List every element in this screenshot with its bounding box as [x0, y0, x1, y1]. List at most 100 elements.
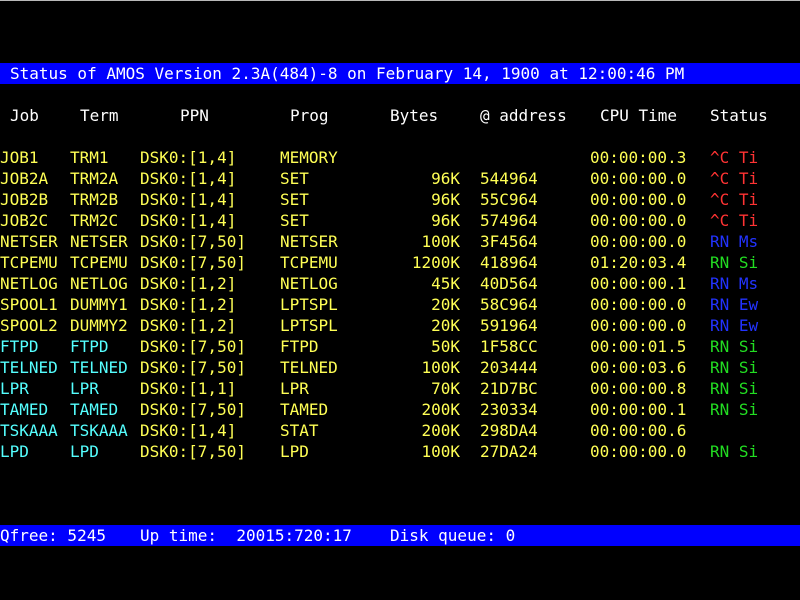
table-row: SPOOL1 DUMMY1 DSK0:[1,2] LPTSPL 20K 58C964 00:…	[0, 294, 800, 315]
terminal-cell: TRM2C	[70, 211, 119, 230]
bytes-cell: 96K	[431, 190, 460, 209]
program-cell: NETSER	[280, 232, 338, 251]
bytes-cell: 70K	[431, 379, 460, 398]
table-row: JOB2A TRM2A DSK0:[1,4] SET 96K 544964 00:00:00…	[0, 168, 800, 189]
job-name-cell: TAMED	[0, 400, 49, 419]
qfree-readout: Qfree: 5245	[0, 526, 106, 545]
address-cell: 418964	[480, 253, 538, 272]
ppn-cell: DSK0:[1,4]	[140, 190, 237, 209]
job-name-cell: TSKAAA	[0, 421, 58, 440]
bytes-cell: 1200K	[411, 253, 460, 272]
bytes-cell: 100K	[421, 358, 460, 377]
address-cell: 298DA4	[480, 421, 538, 440]
program-cell: SET	[280, 169, 309, 188]
status-cell: RN Si	[710, 337, 759, 356]
job-name-cell: SPOOL2	[0, 316, 58, 335]
top-border-line	[0, 0, 800, 1]
column-header-job: Job	[10, 106, 39, 125]
cpu-time-cell: 00:00:00.0	[590, 169, 687, 188]
job-name-cell: TELNED	[0, 358, 58, 377]
terminal-cell: DUMMY1	[70, 295, 128, 314]
disk-queue-readout: Disk queue: 0	[390, 526, 516, 545]
table-row: JOB1 TRM1 DSK0:[1,4] MEMORY 00:00:00.3 ^C Ti	[0, 147, 800, 168]
cpu-time-cell: 00:00:00.0	[590, 232, 687, 251]
address-cell: 591964	[480, 316, 538, 335]
bytes-cell: 200K	[421, 400, 460, 419]
address-cell: 58C964	[480, 295, 538, 314]
table-row: JOB2B TRM2B DSK0:[1,4] SET 96K 55C964 00:00:00…	[0, 189, 800, 210]
job-name-cell: FTPD	[0, 337, 39, 356]
ppn-cell: DSK0:[1,2]	[140, 274, 237, 293]
program-cell: TAMED	[280, 400, 329, 419]
program-cell: FTPD	[280, 337, 319, 356]
program-cell: MEMORY	[280, 148, 338, 167]
address-cell: 40D564	[480, 274, 538, 293]
cpu-time-cell: 00:00:00.3	[590, 148, 687, 167]
table-row: TCPEMU TCPEMU DSK0:[7,50] TCPEMU 1200K 418964…	[0, 252, 800, 273]
status-cell: RN Ew	[710, 295, 759, 314]
cpu-time-cell: 00:00:00.0	[590, 316, 687, 335]
address-cell: 27DA24	[480, 442, 538, 461]
status-cell: RN Ms	[710, 274, 759, 293]
ppn-cell: DSK0:[1,2]	[140, 316, 237, 335]
program-cell: LPR	[280, 379, 309, 398]
bytes-cell: 20K	[431, 316, 460, 335]
cpu-time-cell: 00:00:00.0	[590, 442, 687, 461]
program-cell: LPTSPL	[280, 295, 338, 314]
column-header-status: Status	[710, 106, 768, 125]
table-row: JOB2C TRM2C DSK0:[1,4] SET 96K 574964 00:00:00…	[0, 210, 800, 231]
address-cell: 203444	[480, 358, 538, 377]
job-name-cell: SPOOL1	[0, 295, 58, 314]
table-row: LPR LPR DSK0:[1,1] LPR 70K 21D7BC 00:00:00.8 RN…	[0, 378, 800, 399]
terminal-cell: LPD	[70, 442, 99, 461]
column-header-bytes: Bytes	[390, 106, 439, 125]
column-header-address: @ address	[480, 106, 567, 125]
bytes-cell: 20K	[431, 295, 460, 314]
terminal-cell: TSKAAA	[70, 421, 128, 440]
terminal-cell: TELNED	[70, 358, 128, 377]
address-cell: 55C964	[480, 190, 538, 209]
ppn-cell: DSK0:[7,50]	[140, 400, 246, 419]
table-row: TSKAAA TSKAAA DSK0:[1,4] STAT 200K 298DA4 00:0…	[0, 420, 800, 441]
ppn-cell: DSK0:[7,50]	[140, 442, 246, 461]
table-row: LPD LPD DSK0:[7,50] LPD 100K 27DA24 00:00:00.0…	[0, 441, 800, 462]
program-cell: SET	[280, 190, 309, 209]
job-table: JOB1 TRM1 DSK0:[1,4] MEMORY 00:00:00.3 ^C Ti J…	[0, 147, 800, 462]
job-name-cell: NETLOG	[0, 274, 58, 293]
terminal-cell: TAMED	[70, 400, 119, 419]
cpu-time-cell: 01:20:03.4	[590, 253, 687, 272]
program-cell: LPTSPL	[280, 316, 338, 335]
bytes-cell: 50K	[431, 337, 460, 356]
job-name-cell: JOB2B	[0, 190, 49, 209]
cpu-time-cell: 00:00:01.5	[590, 337, 687, 356]
status-cell: ^C Ti	[710, 148, 759, 167]
job-name-cell: JOB2C	[0, 211, 49, 230]
terminal-cell: NETLOG	[70, 274, 128, 293]
terminal-cell: TCPEMU	[70, 253, 128, 272]
status-cell: ^C Ti	[710, 190, 759, 209]
system-status-bar: Qfree: 5245 Up time: 20015:720:17 Disk q…	[0, 525, 800, 546]
ppn-cell: DSK0:[7,50]	[140, 337, 246, 356]
terminal-cell: LPR	[70, 379, 99, 398]
cpu-time-cell: 00:00:03.6	[590, 358, 687, 377]
program-cell: TELNED	[280, 358, 338, 377]
bytes-cell: 96K	[431, 211, 460, 230]
bytes-cell: 200K	[421, 421, 460, 440]
bytes-cell: 100K	[421, 232, 460, 251]
cpu-time-cell: 00:00:00.6	[590, 421, 687, 440]
program-cell: NETLOG	[280, 274, 338, 293]
job-name-cell: NETSER	[0, 232, 58, 251]
terminal-cell: NETSER	[70, 232, 128, 251]
column-header-term: Term	[80, 106, 119, 125]
cpu-time-cell: 00:00:00.0	[590, 295, 687, 314]
cpu-time-cell: 00:00:00.8	[590, 379, 687, 398]
status-title-bar: Status of AMOS Version 2.3A(484)-8 on Fe…	[0, 63, 800, 84]
table-row: TELNED TELNED DSK0:[7,50] TELNED 100K 203444 0…	[0, 357, 800, 378]
terminal-cell: DUMMY2	[70, 316, 128, 335]
cpu-time-cell: 00:00:00.0	[590, 211, 687, 230]
job-name-cell: LPD	[0, 442, 29, 461]
ppn-cell: DSK0:[7,50]	[140, 358, 246, 377]
ppn-cell: DSK0:[1,4]	[140, 421, 237, 440]
column-header-prog: Prog	[290, 106, 329, 125]
terminal-cell: TRM2A	[70, 169, 119, 188]
